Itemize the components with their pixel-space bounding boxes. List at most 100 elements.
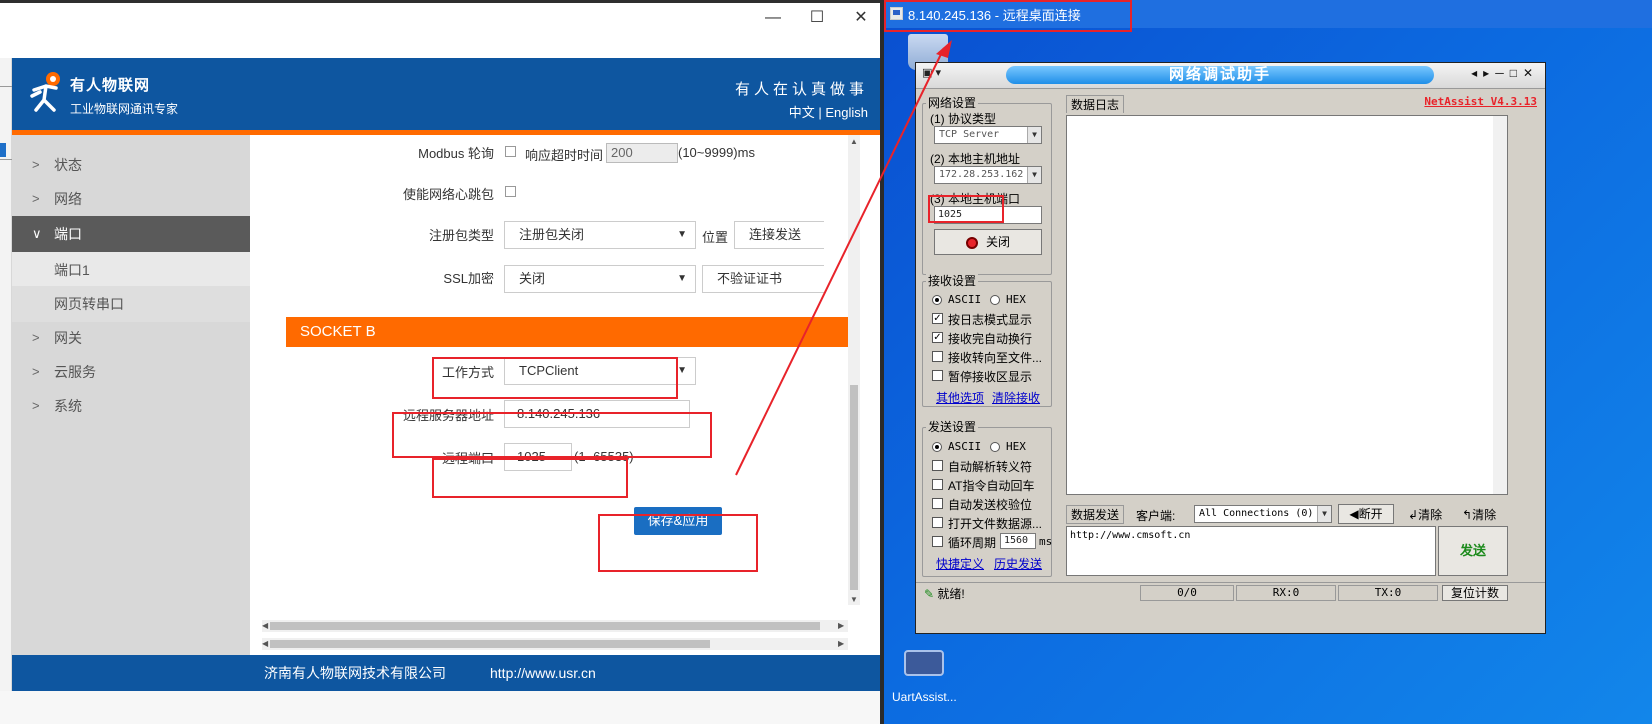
scroll-up-icon[interactable]: ▲: [850, 137, 858, 146]
modbus-checkbox[interactable]: [505, 146, 516, 157]
dropdown-arrow-icon: ▼: [677, 273, 687, 284]
close-connection-button[interactable]: 关闭: [934, 229, 1042, 255]
netassist-version[interactable]: NetAssist V4.3.13: [1424, 95, 1537, 108]
reg-type-select[interactable]: 注册包关闭 ▼: [504, 221, 696, 249]
system-menu-icon[interactable]: ▣ ▾: [922, 66, 941, 79]
horizontal-scrollbar[interactable]: ◀ ▶: [262, 620, 848, 632]
clear-log-button[interactable]: ↰清除: [1462, 506, 1496, 523]
recv-opt-checkbox[interactable]: ✓: [932, 332, 943, 343]
scroll-right-icon[interactable]: ▶: [838, 621, 844, 630]
tab-data-log[interactable]: 数据日志: [1066, 95, 1125, 113]
recv-settings-title: 接收设置: [926, 272, 979, 289]
shortcut-link[interactable]: 快捷定义: [936, 555, 984, 572]
scroll-left-icon[interactable]: ◀: [262, 621, 268, 630]
clear-recv-link[interactable]: 清除接收: [992, 389, 1040, 406]
usr-header: 有人物联网 工业物联网通讯专家 有人在认真做事 中文 | English: [12, 58, 884, 130]
history-link[interactable]: 历史发送: [994, 555, 1042, 572]
send-ascii-radio[interactable]: [932, 442, 942, 452]
tab-data-send[interactable]: 数据发送: [1066, 505, 1125, 524]
sidebar-item-system[interactable]: > 系统: [12, 388, 250, 424]
clear-send-button[interactable]: ↲清除: [1408, 506, 1442, 523]
sidebar-item-port[interactable]: ∨ 端口: [12, 216, 250, 252]
timeout-label: 响应超时时间: [525, 148, 604, 163]
sidebar-item-gateway[interactable]: > 网关: [12, 320, 250, 356]
protocol-select[interactable]: TCP Server ▼: [934, 126, 1042, 144]
net-settings-title: 网络设置: [926, 94, 979, 111]
more-options-link[interactable]: 其他选项: [936, 389, 984, 406]
netassist-window-controls[interactable]: ◂▸─□✕: [1471, 66, 1539, 80]
scroll-thumb[interactable]: [850, 385, 858, 590]
sidebar-item-label: 网页转串口: [54, 296, 124, 312]
sidebar-item-network[interactable]: > 网络: [12, 181, 250, 217]
disconnect-label: 断开: [1358, 507, 1383, 521]
protocol-value: TCP Server: [939, 129, 1000, 140]
send-settings-title: 发送设置: [926, 418, 979, 435]
screenshot-root: — ☐ ✕ 有人物联网 工业物联网通讯专家 有人在认真做事 中文 | Engli…: [0, 0, 1652, 724]
status-tx: TX:0: [1338, 585, 1438, 601]
sidebar-item-status[interactable]: > 状态: [12, 147, 250, 183]
vertical-scrollbar[interactable]: ▲ ▼: [848, 135, 860, 605]
client-value: All Connections (0): [1199, 508, 1314, 519]
scroll-left-icon[interactable]: ◀: [262, 639, 268, 648]
language-switch[interactable]: 中文 | English: [789, 102, 868, 121]
sidebar-item-label: 状态: [54, 157, 82, 173]
sidebar-item-cloud[interactable]: > 云服务: [12, 354, 250, 390]
annotation-box-save-button: [598, 514, 758, 572]
heartbeat-checkbox[interactable]: [505, 186, 516, 197]
host-label: (2) 本地主机地址: [930, 152, 1021, 166]
cert-select[interactable]: 不验证证书: [702, 265, 824, 293]
recv-opt-checkbox[interactable]: [932, 351, 943, 362]
chevron-right-icon: >: [32, 157, 40, 172]
send-button[interactable]: 发送: [1438, 526, 1508, 576]
horizontal-scrollbar-outer[interactable]: ◀ ▶: [262, 638, 848, 650]
usr-footer: 济南有人物联网技术有限公司 http://www.usr.cn: [12, 655, 884, 691]
scroll-down-icon[interactable]: ▼: [850, 595, 858, 604]
recv-opt-checkbox[interactable]: ✓: [932, 313, 943, 324]
scroll-thumb[interactable]: [270, 640, 710, 648]
send-opt-checkbox[interactable]: [932, 517, 943, 528]
send-opt-checkbox[interactable]: [932, 460, 943, 471]
position-select[interactable]: 连接发送: [734, 221, 824, 249]
close-button[interactable]: ✕: [846, 6, 876, 30]
usr-logo-icon: [30, 72, 60, 112]
dropdown-arrow-icon: ▼: [677, 229, 687, 240]
sidebar: > 状态 > 网络 ∨ 端口 端口1 网页转串口 > 网关 > 云服务 > 系统: [12, 135, 250, 655]
scroll-thumb[interactable]: [270, 622, 820, 630]
chevron-right-icon: >: [32, 398, 40, 413]
scroll-right-icon[interactable]: ▶: [838, 639, 844, 648]
send-opt-checkbox[interactable]: [932, 498, 943, 509]
send-text-area[interactable]: http://www.cmsoft.cn: [1066, 526, 1436, 576]
clear-icon: ↲: [1408, 508, 1419, 522]
receive-log-area[interactable]: [1066, 115, 1508, 495]
minimize-button[interactable]: —: [758, 6, 788, 30]
timeout-input[interactable]: 200: [606, 143, 678, 163]
send-opt-checkbox[interactable]: [932, 536, 943, 547]
cycle-input[interactable]: 1560: [1000, 533, 1036, 549]
uartassist-icon[interactable]: [904, 650, 944, 676]
disconnect-button[interactable]: ◀断开: [1338, 504, 1394, 524]
host-select[interactable]: 172.28.253.162 ▼: [934, 166, 1042, 184]
disconnect-icon: ◀: [1349, 507, 1359, 521]
sidebar-item-label: 网关: [54, 330, 82, 346]
timeout-range: (10~9999)ms: [678, 145, 755, 160]
log-scrollbar[interactable]: [1493, 116, 1507, 494]
ssl-select[interactable]: 关闭 ▼: [504, 265, 696, 293]
sidebar-subitem-web-serial[interactable]: 网页转串口: [12, 286, 250, 322]
usr-motto: 有人在认真做事: [734, 81, 868, 98]
annotation-box-work-mode: [432, 357, 678, 399]
modbus-label: Modbus 轮询: [418, 146, 494, 161]
reset-count-button[interactable]: 复位计数: [1442, 585, 1508, 601]
sidebar-subitem-port1[interactable]: 端口1: [12, 252, 250, 288]
client-select[interactable]: All Connections (0) ▼: [1194, 505, 1332, 523]
uartassist-label[interactable]: UartAssist...: [892, 690, 957, 704]
footer-url[interactable]: http://www.usr.cn: [490, 655, 596, 691]
recv-opt-label: 暂停接收区显示: [948, 370, 1033, 384]
ssl-value: 关闭: [519, 271, 546, 286]
recv-ascii-label: ASCII: [948, 293, 982, 306]
send-opt-checkbox[interactable]: [932, 479, 943, 490]
send-hex-radio[interactable]: [990, 442, 1000, 452]
recv-opt-checkbox[interactable]: [932, 370, 943, 381]
recv-hex-radio[interactable]: [990, 295, 1000, 305]
recv-ascii-radio[interactable]: [932, 295, 942, 305]
maximize-button[interactable]: ☐: [802, 6, 832, 30]
